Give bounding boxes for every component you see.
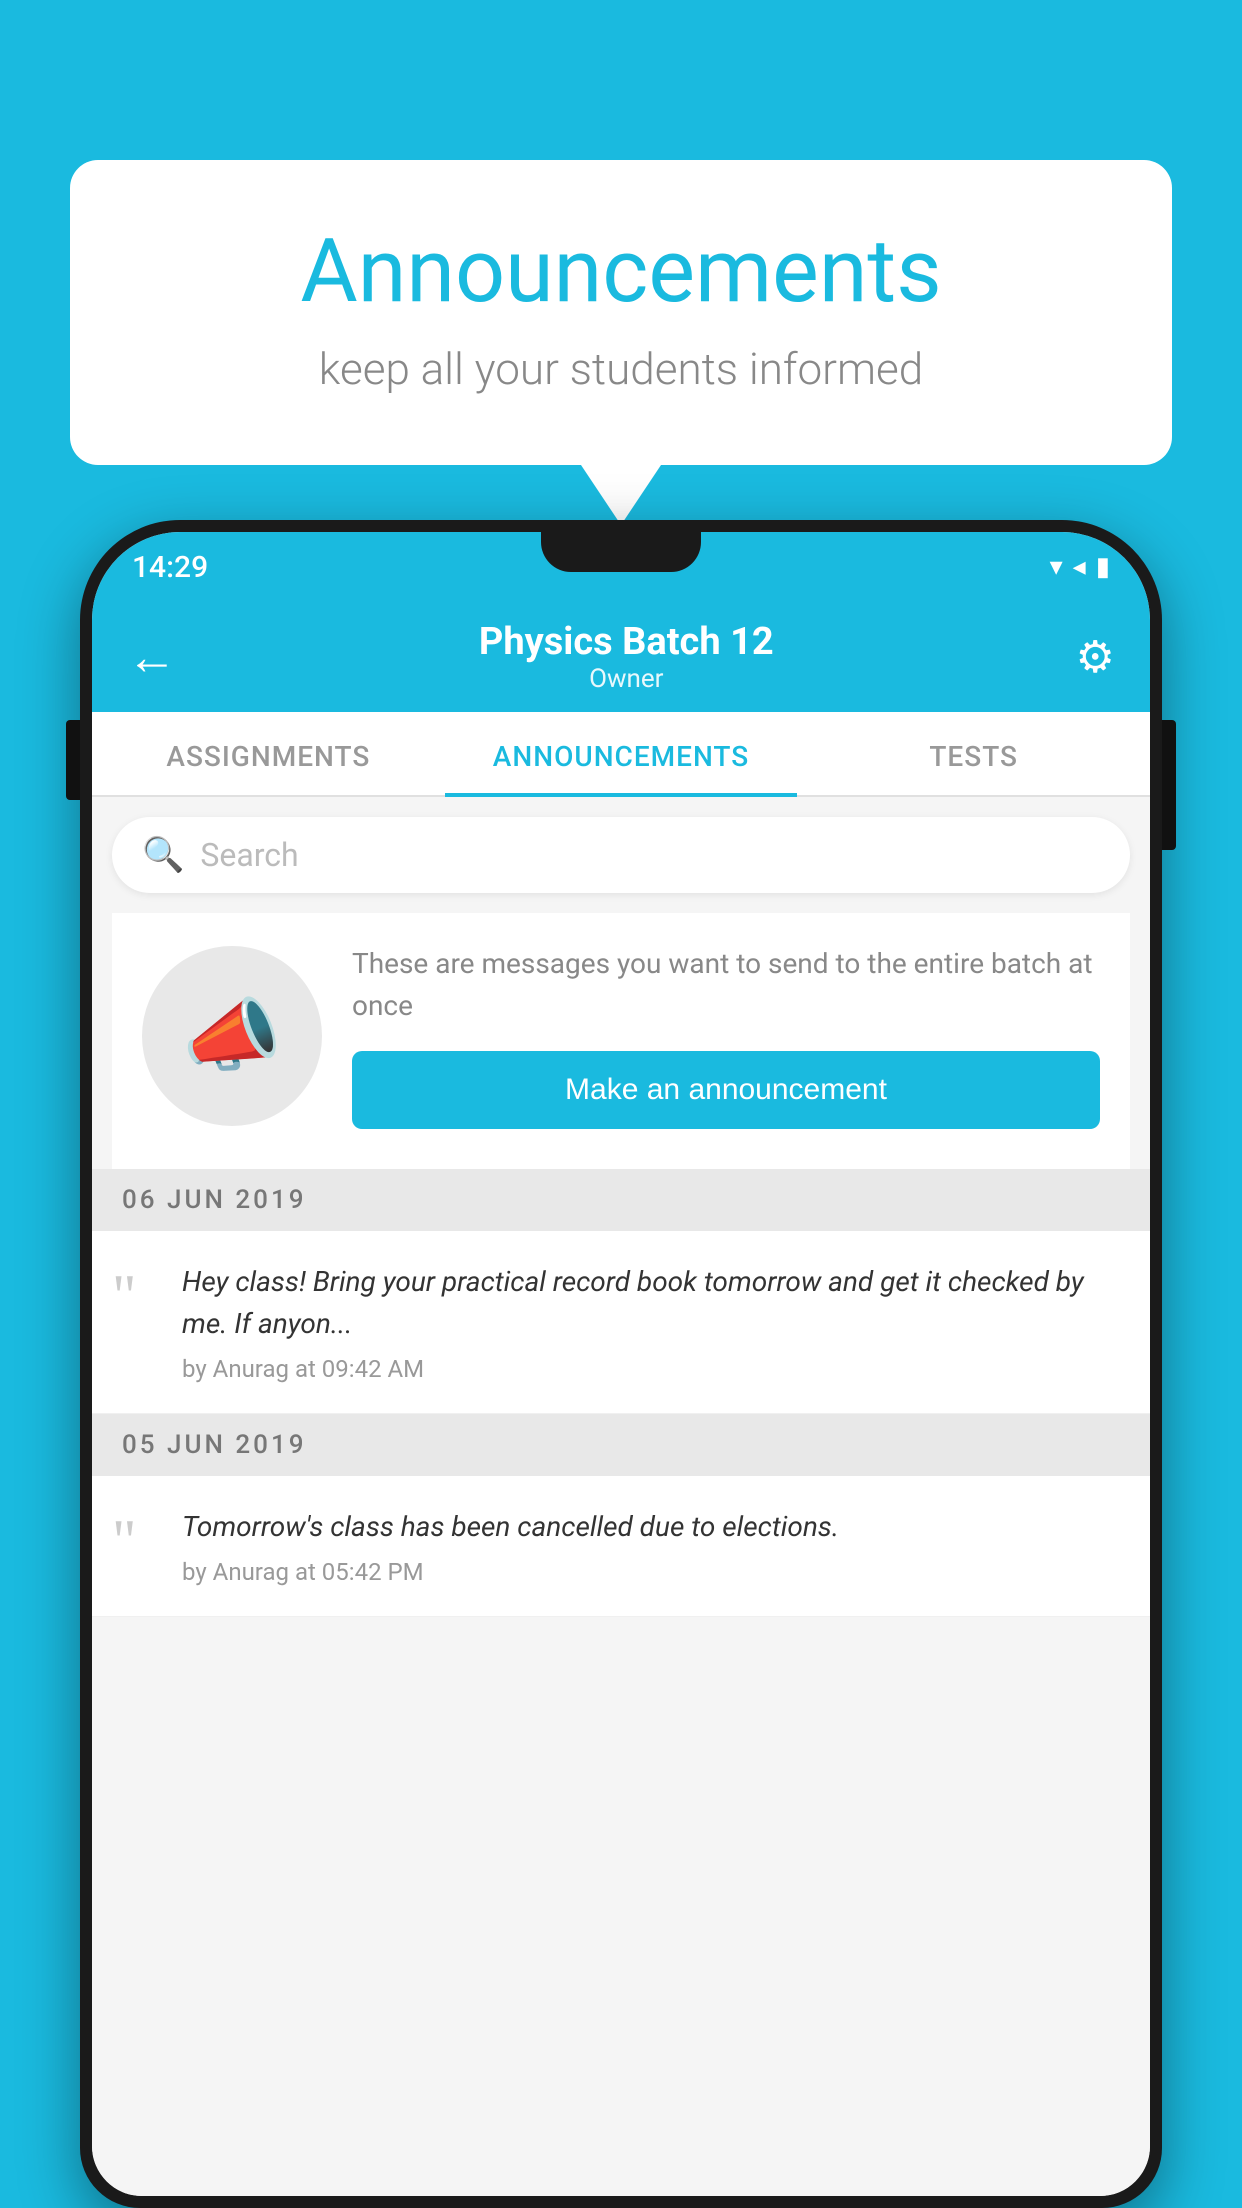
date-separator-1: 06 JUN 2019 xyxy=(92,1169,1150,1231)
status-time: 14:29 xyxy=(132,550,208,585)
quote-icon-2: " xyxy=(112,1506,162,1571)
status-bar: 14:29 ▾ ◂ ▮ xyxy=(92,532,1150,602)
tab-bar: ASSIGNMENTS ANNOUNCEMENTS TESTS xyxy=(92,712,1150,797)
phone-power-button xyxy=(1162,720,1176,850)
date-separator-2: 05 JUN 2019 xyxy=(92,1414,1150,1476)
announcement-item-2[interactable]: " Tomorrow's class has been cancelled du… xyxy=(92,1476,1150,1617)
user-role: Owner xyxy=(479,664,774,694)
tab-assignments[interactable]: ASSIGNMENTS xyxy=(92,712,445,795)
announcement-item-1[interactable]: " Hey class! Bring your practical record… xyxy=(92,1231,1150,1414)
header-center: Physics Batch 12 Owner xyxy=(479,620,774,694)
megaphone-icon: 📣 xyxy=(182,989,282,1083)
battery-icon: ▮ xyxy=(1096,552,1110,582)
quote-icon-1: " xyxy=(112,1261,162,1326)
announcement-content-1: Hey class! Bring your practical record b… xyxy=(182,1261,1120,1383)
speech-bubble-subtitle: keep all your students informed xyxy=(150,343,1092,395)
announcement-text-1: Hey class! Bring your practical record b… xyxy=(182,1261,1120,1345)
phone-volume-button xyxy=(66,720,80,800)
tab-tests[interactable]: TESTS xyxy=(797,712,1150,795)
tab-announcements[interactable]: ANNOUNCEMENTS xyxy=(445,712,798,795)
speech-bubble-title: Announcements xyxy=(150,220,1092,323)
wifi-icon: ▾ xyxy=(1050,552,1063,582)
phone-device: 14:29 ▾ ◂ ▮ ← Physics Batch 12 Owner ⚙ A… xyxy=(80,520,1162,2208)
search-placeholder: Search xyxy=(200,836,298,874)
megaphone-circle: 📣 xyxy=(142,946,322,1126)
signal-icon: ◂ xyxy=(1073,552,1086,582)
empty-state-right: These are messages you want to send to t… xyxy=(352,943,1100,1129)
announcement-meta-1: by Anurag at 09:42 AM xyxy=(182,1355,1120,1383)
speech-bubble-card: Announcements keep all your students inf… xyxy=(70,160,1172,465)
phone-wrapper: 14:29 ▾ ◂ ▮ ← Physics Batch 12 Owner ⚙ A… xyxy=(80,520,1162,2208)
settings-icon[interactable]: ⚙ xyxy=(1076,631,1115,683)
announcement-content-2: Tomorrow's class has been cancelled due … xyxy=(182,1506,1120,1586)
announcement-text-2: Tomorrow's class has been cancelled due … xyxy=(182,1506,1120,1548)
speech-bubble-tail xyxy=(581,465,661,525)
empty-state-description: These are messages you want to send to t… xyxy=(352,943,1100,1027)
phone-screen: 14:29 ▾ ◂ ▮ ← Physics Batch 12 Owner ⚙ A… xyxy=(92,532,1150,2196)
search-icon: 🔍 xyxy=(142,835,184,875)
batch-title: Physics Batch 12 xyxy=(479,620,774,664)
announcement-meta-2: by Anurag at 05:42 PM xyxy=(182,1558,1120,1586)
content-area: 🔍 Search 📣 These are messages you want t… xyxy=(92,797,1150,2196)
status-icons: ▾ ◂ ▮ xyxy=(1050,552,1110,582)
make-announcement-button[interactable]: Make an announcement xyxy=(352,1051,1100,1129)
app-header: ← Physics Batch 12 Owner ⚙ xyxy=(92,602,1150,712)
speech-bubble-section: Announcements keep all your students inf… xyxy=(70,160,1172,525)
back-button[interactable]: ← xyxy=(127,628,177,687)
empty-state-card: 📣 These are messages you want to send to… xyxy=(112,913,1130,1169)
phone-notch xyxy=(541,532,701,572)
search-bar[interactable]: 🔍 Search xyxy=(112,817,1130,893)
